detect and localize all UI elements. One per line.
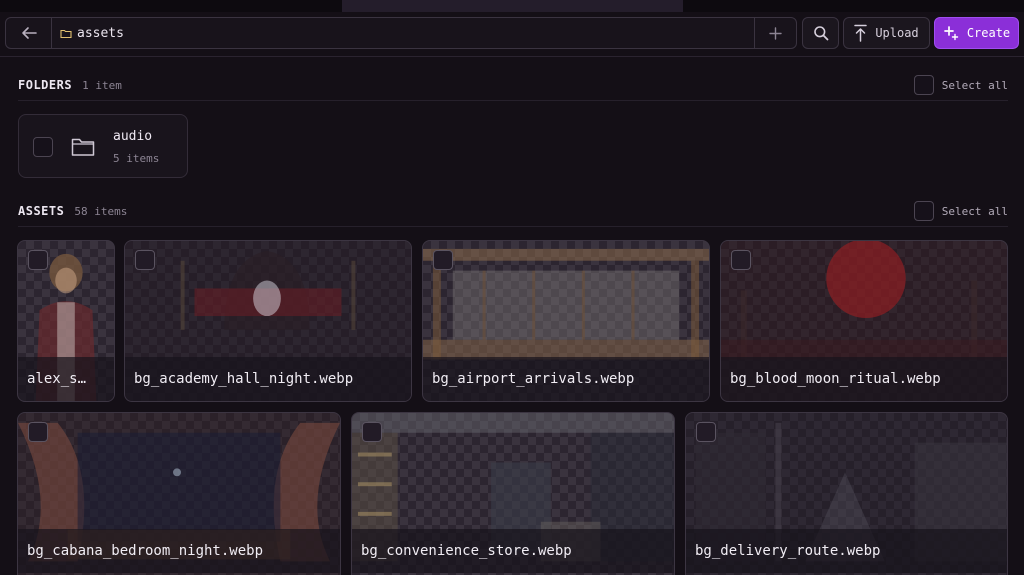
path-bar: assets — [5, 17, 797, 49]
active-tab-indicator[interactable] — [342, 0, 683, 12]
asset-name: bg_cabana_bedroom_night.webp — [18, 529, 340, 573]
create-label: Create — [966, 26, 1011, 40]
breadcrumb[interactable]: assets — [60, 18, 124, 48]
folder-icon — [71, 138, 95, 156]
create-button[interactable]: Create — [934, 17, 1019, 49]
search-icon — [813, 26, 828, 41]
asset-card-blood-moon-ritual[interactable]: bg_blood_moon_ritual.webp — [720, 240, 1008, 402]
asset-card-cabana-bedroom[interactable]: bg_cabana_bedroom_night.webp — [17, 412, 341, 575]
folder-checkbox[interactable] — [33, 137, 53, 157]
asset-card-alex[interactable]: alex_s… — [17, 240, 115, 402]
assets-select-all[interactable]: Select all — [913, 201, 1008, 221]
asset-checkbox[interactable] — [362, 422, 382, 442]
search-button[interactable] — [802, 17, 839, 49]
folders-title: FOLDERS — [18, 78, 73, 92]
asset-checkbox[interactable] — [731, 250, 751, 270]
assets-select-all-checkbox[interactable] — [913, 201, 934, 221]
asset-checkbox[interactable] — [433, 250, 453, 270]
breadcrumb-folder[interactable]: assets — [77, 26, 124, 41]
folder-icon — [60, 29, 72, 38]
new-tab-button[interactable] — [754, 18, 796, 48]
folder-card-audio[interactable]: audio 5 items — [18, 114, 188, 178]
asset-card-delivery-route[interactable]: bg_delivery_route.webp — [685, 412, 1008, 575]
asset-name: bg_blood_moon_ritual.webp — [721, 357, 1007, 401]
upload-label: Upload — [875, 26, 919, 40]
upload-button[interactable]: Upload — [843, 17, 930, 49]
assets-section-header: ASSETS 58 items Select all — [18, 200, 1008, 222]
assets-count: 58 items — [74, 204, 128, 218]
folders-section-header: FOLDERS 1 item Select all — [18, 74, 1008, 96]
assets-divider — [18, 226, 1008, 227]
folders-select-all[interactable]: Select all — [913, 75, 1008, 95]
folders-select-all-label[interactable]: Select all — [942, 79, 1008, 92]
asset-checkbox[interactable] — [135, 250, 155, 270]
asset-name: alex_s… — [18, 357, 114, 401]
asset-name: bg_delivery_route.webp — [686, 529, 1007, 573]
back-button[interactable] — [6, 18, 52, 48]
assets-title: ASSETS — [18, 204, 65, 218]
folder-item-count: 5 items — [113, 152, 160, 165]
asset-card-convenience-store[interactable]: bg_convenience_store.webp — [351, 412, 675, 575]
plus-icon — [769, 26, 782, 40]
toolbar-divider — [0, 56, 1024, 57]
sparkle-icon — [943, 26, 959, 41]
folders-select-all-checkbox[interactable] — [913, 75, 934, 95]
folders-count: 1 item — [82, 78, 122, 92]
upload-icon — [854, 24, 868, 42]
asset-checkbox[interactable] — [28, 422, 48, 442]
asset-checkbox[interactable] — [696, 422, 716, 442]
asset-name: bg_airport_arrivals.webp — [423, 357, 709, 401]
asset-card-academy-hall[interactable]: bg_academy_hall_night.webp — [124, 240, 412, 402]
window-top-strip — [0, 0, 1024, 12]
asset-checkbox[interactable] — [28, 250, 48, 270]
assets-select-all-label[interactable]: Select all — [942, 205, 1008, 218]
asset-card-airport-arrivals[interactable]: bg_airport_arrivals.webp — [422, 240, 710, 402]
folders-divider — [18, 100, 1008, 101]
toolbar: assets Upload Create — [0, 14, 1024, 54]
asset-name: bg_academy_hall_night.webp — [125, 357, 411, 401]
folder-name: audio — [113, 129, 153, 144]
arrow-left-icon — [21, 27, 37, 39]
asset-name: bg_convenience_store.webp — [352, 529, 674, 573]
